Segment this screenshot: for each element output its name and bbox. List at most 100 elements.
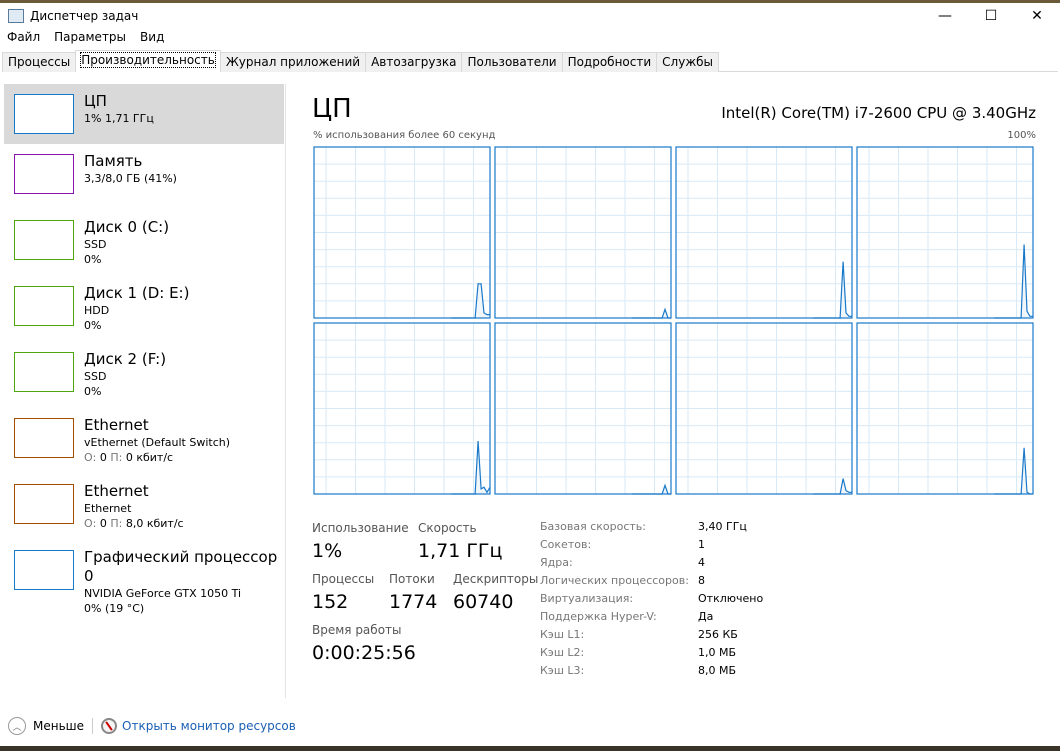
send-value: 0 — [99, 517, 107, 530]
sidebar-item-name: Диск 0 (C:) — [84, 218, 170, 236]
minimize-button[interactable]: — — [922, 3, 968, 28]
open-resource-monitor-link[interactable]: Открыть монитор ресурсов — [122, 719, 296, 733]
sidebar-item-detail: Ethernet — [84, 502, 132, 515]
tab-label: Пользователи — [467, 55, 557, 69]
sidebar-item[interactable]: Графический процессор 0 NVIDIA GeForce GT… — [2, 540, 285, 615]
sidebar-item-name: Графический процессор 0 — [84, 548, 278, 585]
mini-graph — [14, 220, 74, 260]
mini-graph — [14, 94, 74, 134]
sidebar-item-detail: NVIDIA GeForce GTX 1050 Ti — [84, 587, 242, 600]
tab-users[interactable]: Пользователи — [461, 52, 563, 72]
mini-graph — [14, 286, 74, 326]
mini-graph — [14, 154, 74, 194]
tab-label: Автозагрузка — [371, 55, 457, 69]
sidebar-item-value: 0% (19 °C) — [84, 602, 145, 615]
spec-label: Поддержка Hyper-V: — [540, 610, 657, 623]
sidebar-item-detail: 3,3/8,0 ГБ (41%) — [84, 172, 177, 185]
spec-value: 8 — [698, 574, 705, 587]
resource-sidebar: ЦП 1% 1,71 ГГц Память 3,3/8,0 ГБ (41%) Диск … — [2, 84, 286, 698]
menu-view[interactable]: Вид — [133, 28, 171, 48]
send-label: О: — [84, 451, 97, 464]
spec-label: Кэш L2: — [540, 646, 585, 659]
usage-value: 1% — [312, 540, 343, 562]
tab-label: Производительность — [80, 52, 216, 68]
tab-label: Журнал приложений — [225, 55, 361, 69]
mini-graph — [14, 352, 74, 392]
tab-label: Службы — [662, 55, 714, 69]
chevron-up-icon[interactable]: ︿ — [8, 717, 26, 735]
sidebar-item[interactable]: Диск 1 (D: E:) HDD 0% — [2, 276, 285, 342]
receive-value: 8,0 кбит/с — [125, 517, 184, 530]
mini-graph — [14, 484, 74, 524]
spec-label: Виртуализация: — [540, 592, 634, 605]
spec-value: Да — [698, 610, 714, 623]
spec-label: Сокетов: — [540, 538, 592, 551]
spec-value: 3,40 ГГц — [698, 520, 747, 533]
mini-graph — [14, 550, 74, 590]
sidebar-item-detail: 1% 1,71 ГГц — [84, 112, 154, 125]
receive-value: 0 кбит/с — [125, 451, 174, 464]
cpu-core-graphs — [313, 146, 1034, 495]
footer: ︿ Меньше Открыть монитор ресурсов — [0, 706, 1060, 746]
sidebar-item-value: 0% — [84, 385, 102, 398]
handles-value: 60740 — [453, 591, 514, 613]
spec-value: 8,0 МБ — [698, 664, 737, 677]
processes-label: Процессы — [312, 572, 375, 586]
sidebar-item[interactable]: Ethernet Ethernet О: 0 П: 8,0 кбит/с — [2, 474, 285, 540]
sidebar-item-name: Ethernet — [84, 416, 149, 434]
sidebar-item-name: Диск 1 (D: E:) — [84, 284, 190, 302]
sidebar-item-name: Ethernet — [84, 482, 149, 500]
spec-value: 1 — [698, 538, 705, 551]
sidebar-item[interactable]: Диск 0 (C:) SSD 0% — [2, 210, 285, 276]
spec-value: Отключено — [698, 592, 764, 605]
tab-label: Процессы — [8, 55, 71, 69]
sidebar-item[interactable]: Память 3,3/8,0 ГБ (41%) — [2, 144, 285, 210]
spec-value: 4 — [698, 556, 705, 569]
resource-monitor-icon — [101, 718, 118, 734]
spec-label: Ядра: — [540, 556, 573, 569]
desktop-strip — [0, 746, 1060, 751]
menu-bar: Файл Параметры Вид — [0, 28, 171, 48]
spec-label: Кэш L3: — [540, 664, 585, 677]
sidebar-item[interactable]: ЦП 1% 1,71 ГГц — [4, 84, 284, 144]
usage-label: Использование — [312, 521, 409, 535]
send-value: 0 — [99, 451, 107, 464]
spec-label: Базовая скорость: — [540, 520, 646, 533]
spec-value: 1,0 МБ — [698, 646, 737, 659]
sidebar-item-detail: SSD — [84, 238, 107, 251]
tab-processes[interactable]: Процессы — [2, 52, 77, 72]
spec-label: Логических процессоров: — [540, 574, 689, 587]
processes-value: 152 — [312, 591, 349, 613]
tab-app-history[interactable]: Журнал приложений — [219, 52, 367, 72]
sidebar-item-detail: vEthernet (Default Switch) — [84, 436, 231, 449]
speed-label: Скорость — [418, 521, 477, 535]
receive-label: П: — [110, 451, 123, 464]
mini-graph — [14, 418, 74, 458]
menu-file[interactable]: Файл — [0, 28, 47, 48]
maximize-button[interactable]: ☐ — [968, 3, 1014, 28]
sidebar-item-name: ЦП — [84, 92, 107, 110]
sidebar-item-throughput: О: 0 П: 8,0 кбит/с — [84, 516, 184, 531]
sidebar-item-name: Диск 2 (F:) — [84, 350, 167, 368]
handles-label: Дескрипторы — [453, 572, 539, 586]
tab-performance[interactable]: Производительность — [75, 50, 221, 72]
threads-label: Потоки — [389, 572, 435, 586]
spec-label: Кэш L1: — [540, 628, 585, 641]
sidebar-item[interactable]: Ethernet vEthernet (Default Switch) О: 0 П… — [2, 408, 285, 474]
sidebar-item-name: Память — [84, 152, 143, 170]
task-manager-icon — [8, 8, 24, 23]
tab-details[interactable]: Подробности — [561, 52, 658, 72]
fewer-details-button[interactable]: Меньше — [33, 719, 84, 733]
speed-value: 1,71 ГГц — [418, 540, 503, 562]
tab-services[interactable]: Службы — [656, 52, 720, 72]
cpu-panel: ЦП Intel(R) Core(TM) i7-2600 CPU @ 3.40G… — [300, 84, 1048, 698]
menu-options[interactable]: Параметры — [47, 28, 133, 48]
receive-label: П: — [110, 517, 123, 530]
uptime-label: Время работы — [312, 623, 402, 637]
close-button[interactable]: ✕ — [1014, 3, 1060, 28]
sidebar-item-value: 0% — [84, 253, 102, 266]
sidebar-item[interactable]: Диск 2 (F:) SSD 0% — [2, 342, 285, 408]
title-bar: Диспетчер задач — ☐ ✕ — [0, 3, 1060, 28]
divider — [92, 718, 94, 734]
tab-startup[interactable]: Автозагрузка — [365, 52, 463, 72]
